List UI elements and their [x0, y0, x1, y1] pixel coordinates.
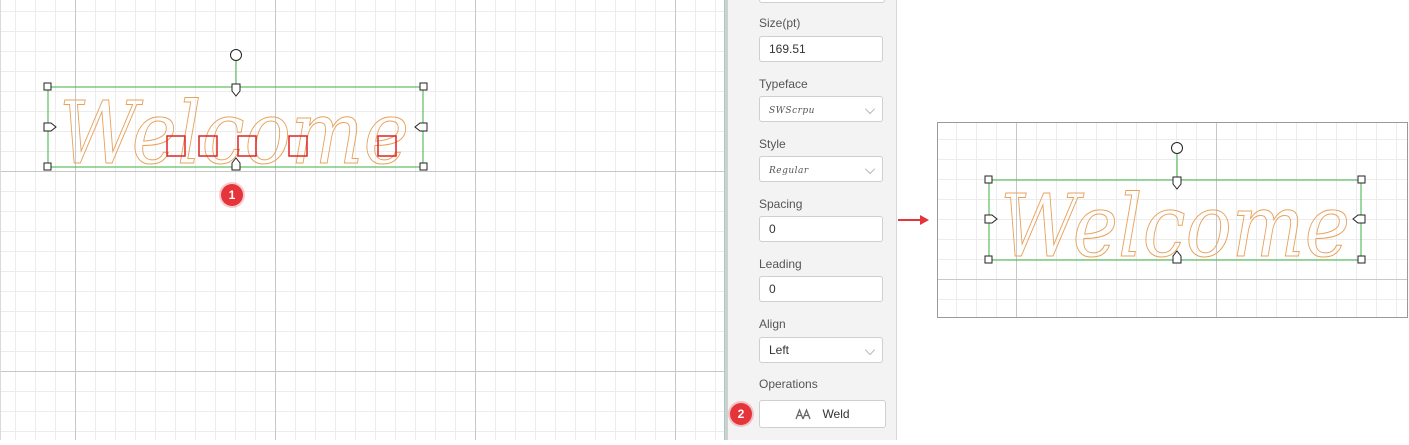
- resize-handle-bottom-left: [984, 255, 993, 264]
- typeface-label: Typeface: [759, 77, 808, 91]
- resize-handle-top-right[interactable]: [419, 82, 428, 91]
- resize-handle-left[interactable]: [43, 122, 57, 132]
- weld-icon: [795, 408, 812, 420]
- text-properties-panel: Size(pt) 169.51 Typeface SWScrpu Style R…: [728, 0, 897, 440]
- arrow-right-icon: [898, 215, 929, 225]
- chevron-down-icon: [864, 103, 876, 115]
- weld-button[interactable]: Weld: [759, 400, 886, 428]
- size-label: Size(pt): [759, 16, 801, 30]
- weld-button-label: Weld: [822, 407, 850, 421]
- result-preview-canvas: Welcome: [937, 122, 1408, 318]
- leading-label: Leading: [759, 257, 802, 271]
- align-value: Left: [769, 343, 790, 357]
- resize-handle-right: [1352, 214, 1366, 224]
- resize-handle-bottom-right: [1357, 255, 1366, 264]
- resize-handle-right[interactable]: [414, 122, 428, 132]
- resize-handle-top-right: [1357, 175, 1366, 184]
- resize-handle-top-left[interactable]: [43, 82, 52, 91]
- chevron-down-icon: [864, 163, 876, 175]
- chevron-down-icon: [864, 344, 876, 356]
- align-select[interactable]: Left: [759, 337, 883, 363]
- resize-handle-left: [984, 214, 998, 224]
- size-input[interactable]: 169.51: [759, 36, 883, 62]
- leading-input[interactable]: 0: [759, 276, 883, 302]
- style-value: Regular: [769, 166, 809, 176]
- rotate-handle-icon: [1171, 142, 1183, 154]
- rotate-handle-icon[interactable]: [230, 49, 242, 61]
- operations-label: Operations: [759, 377, 818, 391]
- style-label: Style: [759, 137, 786, 151]
- typeface-value: SWScrpu: [769, 106, 815, 116]
- spacing-label: Spacing: [759, 197, 803, 211]
- typeface-select[interactable]: SWScrpu: [759, 96, 883, 122]
- step-badge-2: 2: [730, 403, 752, 425]
- resize-handle-bottom-right[interactable]: [419, 162, 428, 171]
- resize-handle-bottom-left[interactable]: [43, 162, 52, 171]
- result-preview-svg: Welcome: [984, 142, 1366, 278]
- truncated-field: [759, 0, 885, 3]
- align-label: Align: [759, 317, 786, 331]
- spacing-input[interactable]: 0: [759, 216, 883, 242]
- design-canvas[interactable]: Welcome 1: [0, 0, 725, 440]
- step-badge-1: 1: [221, 184, 243, 206]
- style-select[interactable]: Regular: [759, 156, 883, 182]
- resize-handle-top-left: [984, 175, 993, 184]
- design-canvas-svg: Welcome: [43, 49, 428, 185]
